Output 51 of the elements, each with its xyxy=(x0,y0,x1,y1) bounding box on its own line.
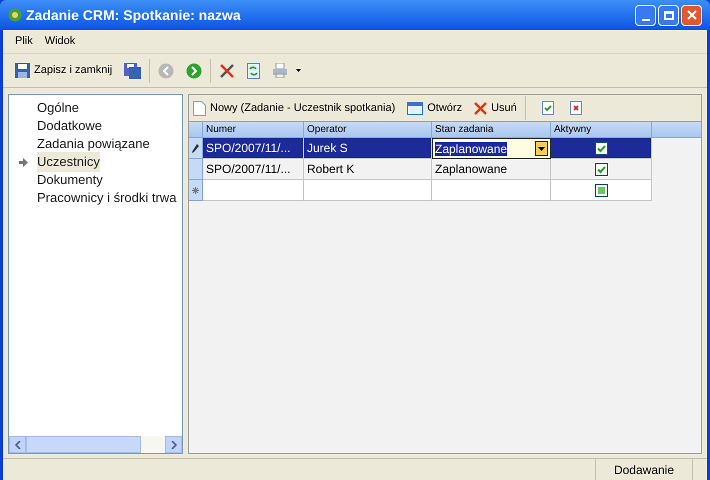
sidebar-item[interactable]: Zadania powiązane xyxy=(37,134,150,154)
status-text: Dodawanie xyxy=(595,459,693,480)
table-cell: SPO/2007/11/... xyxy=(203,138,304,159)
delete-button[interactable]: Usuń xyxy=(474,100,517,116)
table-cell: SPO/2007/11/... xyxy=(203,159,304,180)
arrow-icon xyxy=(18,158,28,166)
sidebar-item[interactable]: Dokumenty xyxy=(37,170,103,190)
column-header[interactable]: Stan zadania xyxy=(432,122,551,137)
delete-icon xyxy=(474,102,488,114)
table-row[interactable]: SPO/2007/11/... Robert K Zaplanowane xyxy=(189,159,701,180)
minimize-button[interactable] xyxy=(635,4,656,26)
sidebar-item[interactable]: Dodatkowe xyxy=(37,116,102,136)
close-button[interactable] xyxy=(681,4,702,26)
forward-icon[interactable] xyxy=(186,62,202,78)
column-header[interactable]: Aktywny xyxy=(551,122,652,137)
app-icon xyxy=(8,8,22,22)
asterisk-icon xyxy=(192,186,199,194)
tools-icon[interactable] xyxy=(219,62,236,78)
horizontal-scrollbar[interactable] xyxy=(9,436,182,453)
checkbox[interactable] xyxy=(594,142,608,154)
menu-item[interactable]: Plik xyxy=(15,33,33,50)
save-icon[interactable] xyxy=(124,62,142,78)
document-icon xyxy=(193,100,206,116)
checkbox[interactable] xyxy=(594,162,608,176)
dropdown-icon[interactable] xyxy=(296,69,302,72)
open-button[interactable]: Otwórz xyxy=(407,100,462,116)
checkbox[interactable] xyxy=(594,184,608,196)
column-header[interactable]: Numer xyxy=(203,122,304,137)
refresh-icon[interactable] xyxy=(247,62,260,78)
window-title: Zadanie CRM: Spotkanie: nazwa xyxy=(26,6,241,25)
menu-item[interactable]: Widok xyxy=(44,33,76,50)
scroll-right-icon[interactable] xyxy=(170,440,176,448)
sidebar-item[interactable]: Ogólne xyxy=(37,98,79,118)
scroll-left-icon[interactable] xyxy=(14,440,20,448)
sidebar-item[interactable]: Pracownicy i środki trwa xyxy=(37,188,176,208)
maximize-button[interactable] xyxy=(658,4,679,26)
new-button[interactable]: Nowy (Zadanie - Uczestnik spotkania) xyxy=(193,100,396,116)
column-header[interactable]: Operator xyxy=(304,122,432,137)
print-icon[interactable] xyxy=(272,63,288,78)
sidebar-item[interactable]: Uczestnicy xyxy=(37,152,100,172)
table-cell: Zaplanowane xyxy=(432,159,551,180)
save-close-button[interactable]: Zapisz i zamknij xyxy=(15,62,112,79)
close-icon xyxy=(686,10,696,20)
window-icon xyxy=(407,102,424,114)
uncheck-all-icon[interactable] xyxy=(570,101,582,115)
table-cell: Jurek S xyxy=(304,138,432,159)
pencil-icon xyxy=(192,144,199,152)
table-cell: Robert K xyxy=(304,159,432,180)
check-all-icon[interactable] xyxy=(542,101,554,115)
table-row[interactable]: SPO/2007/11/... Jurek S Zaplanowane xyxy=(189,138,701,159)
dropdown-arrow-icon[interactable] xyxy=(538,146,545,150)
